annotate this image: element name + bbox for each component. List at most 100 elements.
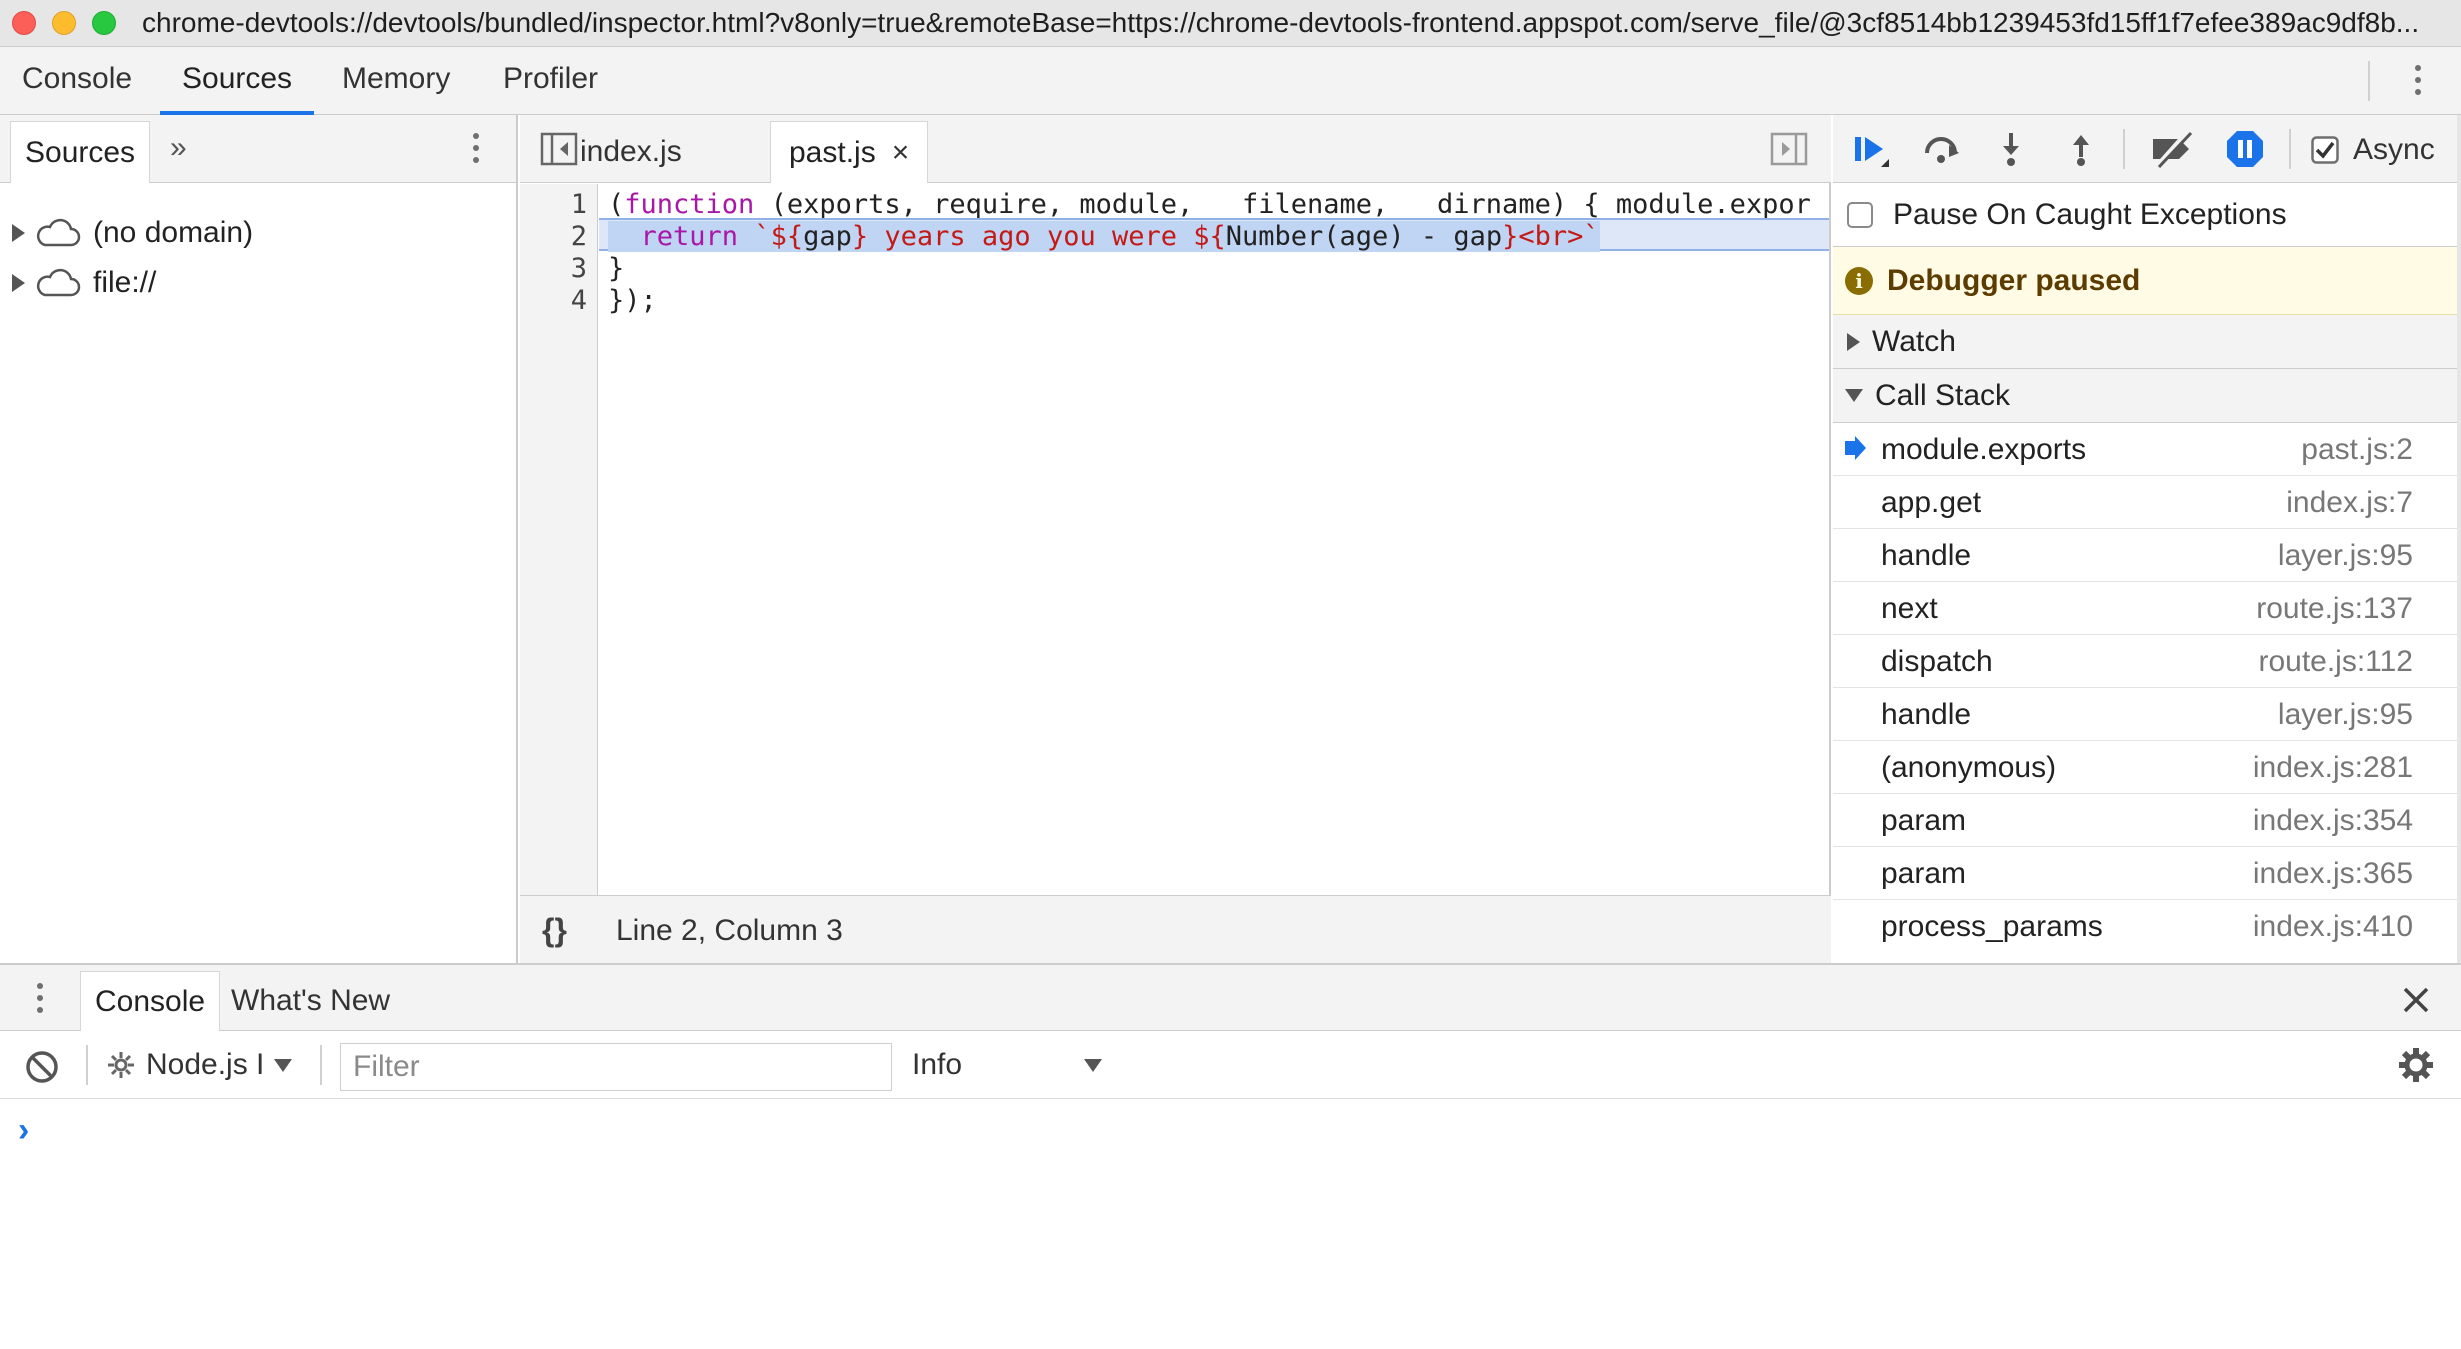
call-frame[interactable]: next route.js:137 bbox=[1833, 582, 2457, 635]
call-frame-function: handle bbox=[1881, 698, 1972, 731]
code-keyword: function bbox=[624, 189, 755, 220]
call-frame-current[interactable]: module.exports past.js:2 bbox=[1833, 423, 2457, 476]
tree-item-no-domain[interactable]: (no domain) bbox=[0, 210, 253, 256]
tree-item-file[interactable]: file:// bbox=[0, 260, 156, 306]
step-into-icon[interactable] bbox=[1991, 129, 2031, 169]
tab-sources[interactable]: Sources bbox=[160, 47, 315, 115]
call-frame[interactable]: handle layer.js:95 bbox=[1833, 529, 2457, 582]
context-selector[interactable]: Node.js I bbox=[106, 1045, 293, 1085]
minimize-window-button[interactable] bbox=[52, 11, 76, 35]
drawer-tab-console[interactable]: Console bbox=[80, 971, 221, 1031]
line-number[interactable]: 4 bbox=[571, 285, 587, 316]
toolbar-divider bbox=[2368, 61, 2370, 101]
tree-item-label: (no domain) bbox=[93, 216, 254, 249]
code-string: `${ bbox=[738, 221, 804, 252]
code-line-4[interactable]: }); bbox=[599, 284, 1829, 317]
call-frame[interactable]: param index.js:365 bbox=[1833, 847, 2457, 900]
call-frame-location[interactable]: index.js:354 bbox=[2253, 804, 2413, 838]
code-token: ( bbox=[608, 189, 625, 220]
async-checkbox[interactable] bbox=[2311, 136, 2339, 164]
call-frame-location[interactable]: route.js:112 bbox=[2258, 645, 2413, 679]
maximize-window-button[interactable] bbox=[92, 11, 116, 35]
resume-icon[interactable] bbox=[1851, 129, 1891, 169]
call-stack-label: Call Stack bbox=[1875, 378, 2011, 412]
editor-tab-index-js[interactable]: index.js bbox=[562, 121, 700, 183]
call-frame[interactable]: (anonymous) index.js:281 bbox=[1833, 741, 2457, 794]
code-token: gap bbox=[803, 221, 852, 252]
call-frame-location[interactable]: index.js:281 bbox=[2253, 751, 2413, 785]
call-frame-location[interactable]: layer.js:95 bbox=[2278, 539, 2413, 573]
call-frame[interactable]: process_params index.js:410 bbox=[1833, 900, 2457, 953]
code-keyword: return bbox=[640, 221, 739, 252]
call-stack-section-header[interactable]: Call Stack bbox=[1833, 369, 2457, 423]
line-number[interactable]: 1 bbox=[571, 189, 587, 220]
async-label[interactable]: Async bbox=[2353, 133, 2435, 167]
watch-section-header[interactable]: Watch bbox=[1833, 315, 2457, 369]
collapse-triangle-icon[interactable] bbox=[1845, 389, 1863, 402]
call-frame[interactable]: param index.js:354 bbox=[1833, 794, 2457, 847]
line-number[interactable]: 3 bbox=[571, 253, 587, 284]
pause-on-exceptions-icon[interactable] bbox=[2225, 129, 2265, 169]
step-out-icon[interactable] bbox=[2061, 129, 2101, 169]
expand-triangle-icon[interactable] bbox=[12, 274, 25, 292]
toolbar-divider bbox=[320, 1045, 322, 1085]
window-title-url: chrome-devtools://devtools/bundled/inspe… bbox=[142, 7, 2420, 38]
debugger-paused-banner: i Debugger paused bbox=[1833, 247, 2457, 315]
code-line-1[interactable]: (function (exports, require, module, __f… bbox=[599, 188, 1829, 221]
clear-console-icon[interactable] bbox=[24, 1049, 60, 1085]
gear-small-icon bbox=[108, 1052, 134, 1078]
toggle-debugger-icon[interactable] bbox=[1770, 132, 1808, 166]
line-number-gutter[interactable]: 1 2 3 4 bbox=[520, 184, 598, 895]
navigator-tab-sources[interactable]: Sources bbox=[10, 121, 151, 183]
code-area[interactable]: (function (exports, require, module, __f… bbox=[599, 184, 1829, 895]
console-prompt-icon[interactable]: › bbox=[18, 1111, 29, 1150]
call-frame[interactable]: dispatch route.js:112 bbox=[1833, 635, 2457, 688]
drawer-tab-whats-new[interactable]: What's New bbox=[217, 971, 404, 1031]
call-frame-location[interactable]: index.js:365 bbox=[2253, 857, 2413, 891]
close-window-button[interactable] bbox=[12, 11, 36, 35]
main-menu-kebab-icon[interactable] bbox=[2415, 65, 2421, 101]
editor-tabbar: index.js past.js × bbox=[520, 115, 1831, 183]
more-tabs-chevron-icon[interactable]: » bbox=[170, 131, 187, 165]
editor-tab-past-js[interactable]: past.js × bbox=[770, 121, 929, 183]
pause-on-caught-exceptions-row[interactable]: Pause On Caught Exceptions bbox=[1833, 183, 2457, 247]
gear-icon[interactable] bbox=[2398, 1047, 2434, 1083]
log-level-select[interactable]: Info bbox=[912, 1045, 1102, 1085]
close-drawer-icon[interactable] bbox=[2402, 986, 2430, 1014]
call-frame[interactable]: handle layer.js:95 bbox=[1833, 688, 2457, 741]
deactivate-breakpoints-icon[interactable] bbox=[2149, 129, 2197, 169]
pause-on-caught-checkbox[interactable] bbox=[1847, 201, 1873, 228]
expand-triangle-icon[interactable] bbox=[12, 224, 25, 242]
line-number[interactable]: 2 bbox=[571, 221, 587, 252]
call-frame-location[interactable]: layer.js:95 bbox=[2278, 698, 2413, 732]
window-titlebar: chrome-devtools://devtools/bundled/inspe… bbox=[0, 0, 2461, 47]
expand-triangle-icon[interactable] bbox=[1847, 332, 1860, 351]
navigator-tabbar: Sources » bbox=[0, 115, 516, 183]
debugger-sidebar: Async Pause On Caught Exceptions i Debug… bbox=[1833, 115, 2461, 963]
call-frame-function: handle bbox=[1881, 539, 1972, 572]
pretty-print-icon[interactable]: {} bbox=[542, 912, 567, 949]
console-drawer: Console What's New Node.js I Filter Info… bbox=[0, 963, 2461, 1349]
tree-item-label: file:// bbox=[93, 266, 157, 299]
call-frame-location[interactable]: index.js:410 bbox=[2253, 910, 2413, 944]
call-frame-function: dispatch bbox=[1881, 645, 1993, 678]
call-frame-location[interactable]: past.js:2 bbox=[2301, 433, 2413, 467]
call-frame-location[interactable]: index.js:7 bbox=[2286, 486, 2413, 520]
call-frame-function: param bbox=[1881, 857, 1967, 890]
filter-input[interactable] bbox=[340, 1043, 892, 1091]
main-tabbar: Console Sources Memory Profiler bbox=[0, 47, 2461, 115]
current-frame-arrow-icon bbox=[1845, 436, 1866, 460]
call-frame[interactable]: app.get index.js:7 bbox=[1833, 476, 2457, 529]
tab-console[interactable]: Console bbox=[0, 47, 154, 115]
close-tab-icon[interactable]: × bbox=[892, 136, 910, 169]
code-line-2-paused[interactable]: return `${gap} years ago you were ${Numb… bbox=[599, 218, 1829, 252]
sources-navigator: Sources » (no domain) file:// bbox=[0, 115, 518, 963]
debugger-toolbar: Async bbox=[1833, 115, 2457, 183]
navigator-menu-kebab-icon[interactable] bbox=[473, 133, 479, 169]
drawer-menu-kebab-icon[interactable] bbox=[37, 983, 43, 1019]
code-line-3[interactable]: } bbox=[599, 252, 1829, 285]
tab-profiler[interactable]: Profiler bbox=[481, 47, 620, 115]
step-over-icon[interactable] bbox=[1921, 129, 1961, 169]
tab-memory[interactable]: Memory bbox=[320, 47, 472, 115]
call-frame-location[interactable]: route.js:137 bbox=[2256, 592, 2413, 626]
